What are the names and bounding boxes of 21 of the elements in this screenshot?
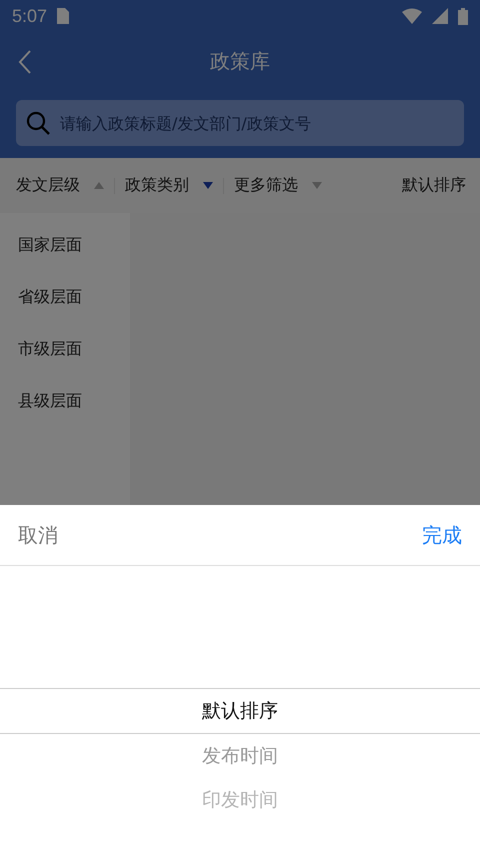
filter-tab[interactable]: 默认排序 <box>398 175 470 196</box>
level-item[interactable]: 省级层面 <box>0 271 130 323</box>
level-item[interactable]: 县级层面 <box>0 375 130 427</box>
search-icon <box>26 111 50 135</box>
wifi-icon <box>402 8 422 24</box>
picker-option[interactable]: 默认排序 <box>0 688 480 734</box>
search-field[interactable]: 请输入政策标题/发文部门/政策文号 <box>16 100 464 146</box>
back-icon[interactable] <box>18 49 32 75</box>
search-input[interactable]: 请输入政策标题/发文部门/政策文号 <box>58 112 454 134</box>
done-button[interactable]: 完成 <box>422 522 462 548</box>
level-item[interactable]: 国家层面 <box>0 219 130 271</box>
status-time: 5:07 <box>12 6 48 26</box>
cancel-button[interactable]: 取消 <box>18 522 58 548</box>
filter-tab[interactable]: 更多筛选 <box>230 175 326 196</box>
page-title: 政策库 <box>210 48 270 74</box>
filter-tab[interactable]: 政策类别 <box>121 175 217 196</box>
picker-option[interactable]: 发布时间 <box>0 734 480 778</box>
battery-icon <box>458 8 468 24</box>
level-item[interactable]: 市级层面 <box>0 323 130 375</box>
filter-tab[interactable]: 发文层级 <box>12 175 108 196</box>
signal-icon <box>432 8 448 24</box>
